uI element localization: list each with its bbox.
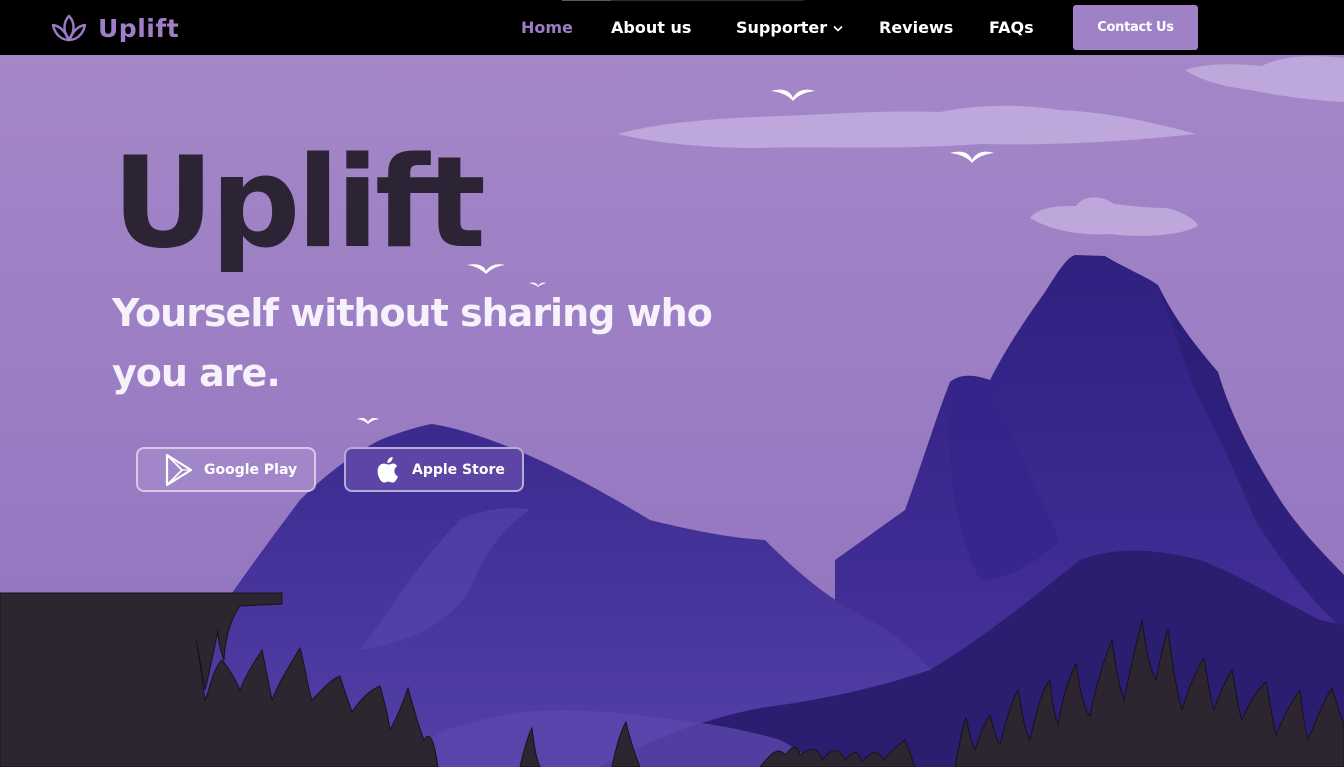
nav-supporter[interactable]: Supporter (736, 0, 843, 55)
apple-store-label: Apple Store (412, 461, 505, 478)
lotus-icon (51, 14, 87, 42)
apple-store-button[interactable]: Apple Store (344, 447, 524, 492)
nav-supporter-label: Supporter (736, 18, 828, 37)
brand-name: Uplift (98, 14, 180, 43)
hero-title: Uplift (112, 129, 486, 276)
nav-about-us[interactable]: About us (611, 0, 691, 55)
nav-faqs[interactable]: FAQs (989, 0, 1034, 55)
top-navbar: Uplift Home About us Supporter Reviews F… (0, 0, 1344, 55)
brand-logo[interactable]: Uplift (50, 13, 179, 45)
chevron-down-icon (833, 25, 843, 32)
google-play-icon (165, 453, 193, 486)
apple-icon (377, 456, 398, 483)
hero-subtitle: Yourself without sharing who you are. (112, 291, 713, 395)
google-play-label: Google Play (204, 461, 298, 478)
google-play-button[interactable]: Google Play (136, 447, 316, 492)
nav-reviews[interactable]: Reviews (879, 0, 953, 55)
contact-us-button[interactable]: Contact Us (1073, 5, 1198, 50)
nav-home[interactable]: Home (521, 0, 573, 55)
